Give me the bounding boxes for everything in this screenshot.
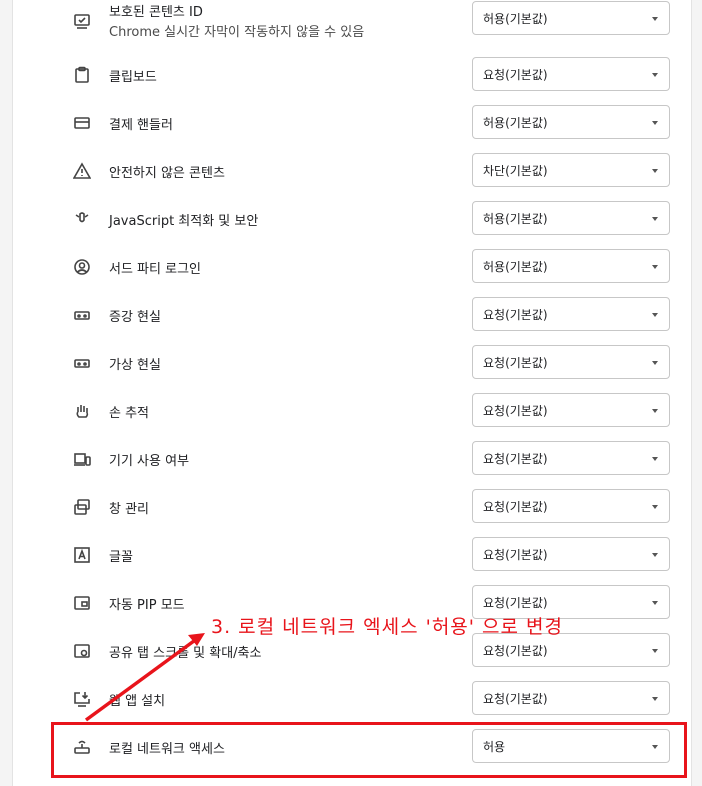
setting-label: 창 관리: [109, 502, 150, 517]
setting-label: 클립보드: [109, 70, 157, 85]
window-management-icon: [71, 496, 93, 518]
chevron-down-icon: [652, 361, 658, 365]
javascript-icon: [71, 208, 93, 230]
setting-label: 공유 탭 스크롤 및 확대/축소: [109, 646, 262, 661]
chevron-down-icon: [652, 409, 658, 413]
setting-row-clipboard: 클립보드 요청(기본값): [13, 51, 691, 99]
permission-select[interactable]: 요청(기본값): [472, 57, 670, 91]
credit-card-icon: [71, 112, 93, 134]
select-value: 요청(기본값): [483, 308, 548, 322]
select-value: 허용(기본값): [483, 260, 548, 274]
setting-label: 가상 현실: [109, 358, 161, 373]
shared-tab-icon: [71, 640, 93, 662]
chevron-down-icon: [652, 265, 658, 269]
chevron-down-icon: [652, 601, 658, 605]
site-settings-panel: 보호된 콘텐츠 ID Chrome 실시간 자막이 작동하지 않을 수 있음 허…: [12, 0, 692, 786]
select-value: 요청(기본값): [483, 404, 548, 418]
setting-row-virtual-reality: 가상 현실 요청(기본값): [13, 339, 691, 387]
select-value: 요청(기본값): [483, 692, 548, 706]
select-value: 요청(기본값): [483, 548, 548, 562]
protected-content-icon: [71, 10, 93, 32]
permission-select[interactable]: 요청(기본값): [472, 345, 670, 379]
setting-label: 글꼴: [109, 550, 133, 565]
setting-label: 결제 핸들러: [109, 118, 173, 133]
annotation-text: 3. 로컬 네트워크 엑세스 '허용' 으로 변경: [211, 616, 564, 638]
setting-label: 자동 PIP 모드: [109, 598, 185, 613]
setting-row-web-app-install: 웹 앱 설치 요청(기본값): [13, 675, 691, 723]
install-app-icon: [71, 688, 93, 710]
permission-select[interactable]: 허용(기본값): [472, 105, 670, 139]
devices-icon: [71, 448, 93, 470]
setting-label: JavaScript 최적화 및 보안: [109, 214, 259, 229]
permission-select[interactable]: 요청(기본값): [472, 297, 670, 331]
account-circle-icon: [71, 256, 93, 278]
select-value: 허용(기본값): [483, 12, 548, 26]
permission-select[interactable]: 차단(기본값): [472, 153, 670, 187]
select-value: 요청(기본값): [483, 452, 548, 466]
select-value: 요청(기본값): [483, 356, 548, 370]
permission-select[interactable]: 요청(기본값): [472, 393, 670, 427]
chevron-down-icon: [652, 217, 658, 221]
permission-select[interactable]: 허용(기본값): [472, 201, 670, 235]
chevron-down-icon: [652, 73, 658, 77]
setting-row-fonts: 글꼴 요청(기본값): [13, 531, 691, 579]
setting-label: 웹 앱 설치: [109, 694, 166, 709]
clipboard-icon: [71, 64, 93, 86]
ar-goggles-icon: [71, 304, 93, 326]
select-value: 요청(기본값): [483, 68, 548, 82]
setting-row-hand-tracking: 손 추적 요청(기본값): [13, 387, 691, 435]
setting-label: 서드 파티 로그인: [109, 262, 201, 277]
font-icon: [71, 544, 93, 566]
select-value: 허용(기본값): [483, 212, 548, 226]
setting-label: 기기 사용 여부: [109, 454, 190, 469]
permission-select[interactable]: 요청(기본값): [472, 681, 670, 715]
select-value: 요청(기본값): [483, 644, 548, 658]
setting-row-javascript-optimization: JavaScript 최적화 및 보안 허용(기본값): [13, 195, 691, 243]
setting-label: 증강 현실: [109, 310, 161, 325]
permission-select[interactable]: 허용(기본값): [472, 1, 670, 35]
setting-row-protected-content: 보호된 콘텐츠 ID Chrome 실시간 자막이 작동하지 않을 수 있음 허…: [13, 0, 691, 44]
chevron-down-icon: [652, 17, 658, 21]
hand-icon: [71, 400, 93, 422]
chevron-down-icon: [652, 553, 658, 557]
chevron-down-icon: [652, 457, 658, 461]
permission-select[interactable]: 요청(기본값): [472, 537, 670, 571]
chevron-down-icon: [652, 649, 658, 653]
chevron-down-icon: [652, 505, 658, 509]
setting-row-window-management: 창 관리 요청(기본값): [13, 483, 691, 531]
setting-sublabel: Chrome 실시간 자막이 작동하지 않을 수 있음: [109, 25, 365, 40]
setting-row-augmented-reality: 증강 현실 요청(기본값): [13, 291, 691, 339]
permission-select[interactable]: 허용(기본값): [472, 249, 670, 283]
setting-row-third-party-sign-in: 서드 파티 로그인 허용(기본값): [13, 243, 691, 291]
chevron-down-icon: [652, 169, 658, 173]
select-value: 요청(기본값): [483, 596, 548, 610]
setting-label: 손 추적: [109, 406, 150, 421]
permission-select[interactable]: 요청(기본값): [472, 441, 670, 475]
chevron-down-icon: [652, 121, 658, 125]
chevron-down-icon: [652, 313, 658, 317]
select-value: 요청(기본값): [483, 500, 548, 514]
setting-label: 보호된 콘텐츠 ID: [109, 5, 203, 20]
highlight-box: [51, 722, 687, 778]
select-value: 차단(기본값): [483, 164, 548, 178]
chevron-down-icon: [652, 697, 658, 701]
vr-goggles-icon: [71, 352, 93, 374]
permission-select[interactable]: 요청(기본값): [472, 489, 670, 523]
setting-row-device-use: 기기 사용 여부 요청(기본값): [13, 435, 691, 483]
setting-label: 안전하지 않은 콘텐츠: [109, 166, 225, 181]
picture-in-picture-icon: [71, 592, 93, 614]
warning-icon: [71, 160, 93, 182]
select-value: 허용(기본값): [483, 116, 548, 130]
setting-row-insecure-content: 안전하지 않은 콘텐츠 차단(기본값): [13, 147, 691, 195]
setting-row-payment-handler: 결제 핸들러 허용(기본값): [13, 99, 691, 147]
